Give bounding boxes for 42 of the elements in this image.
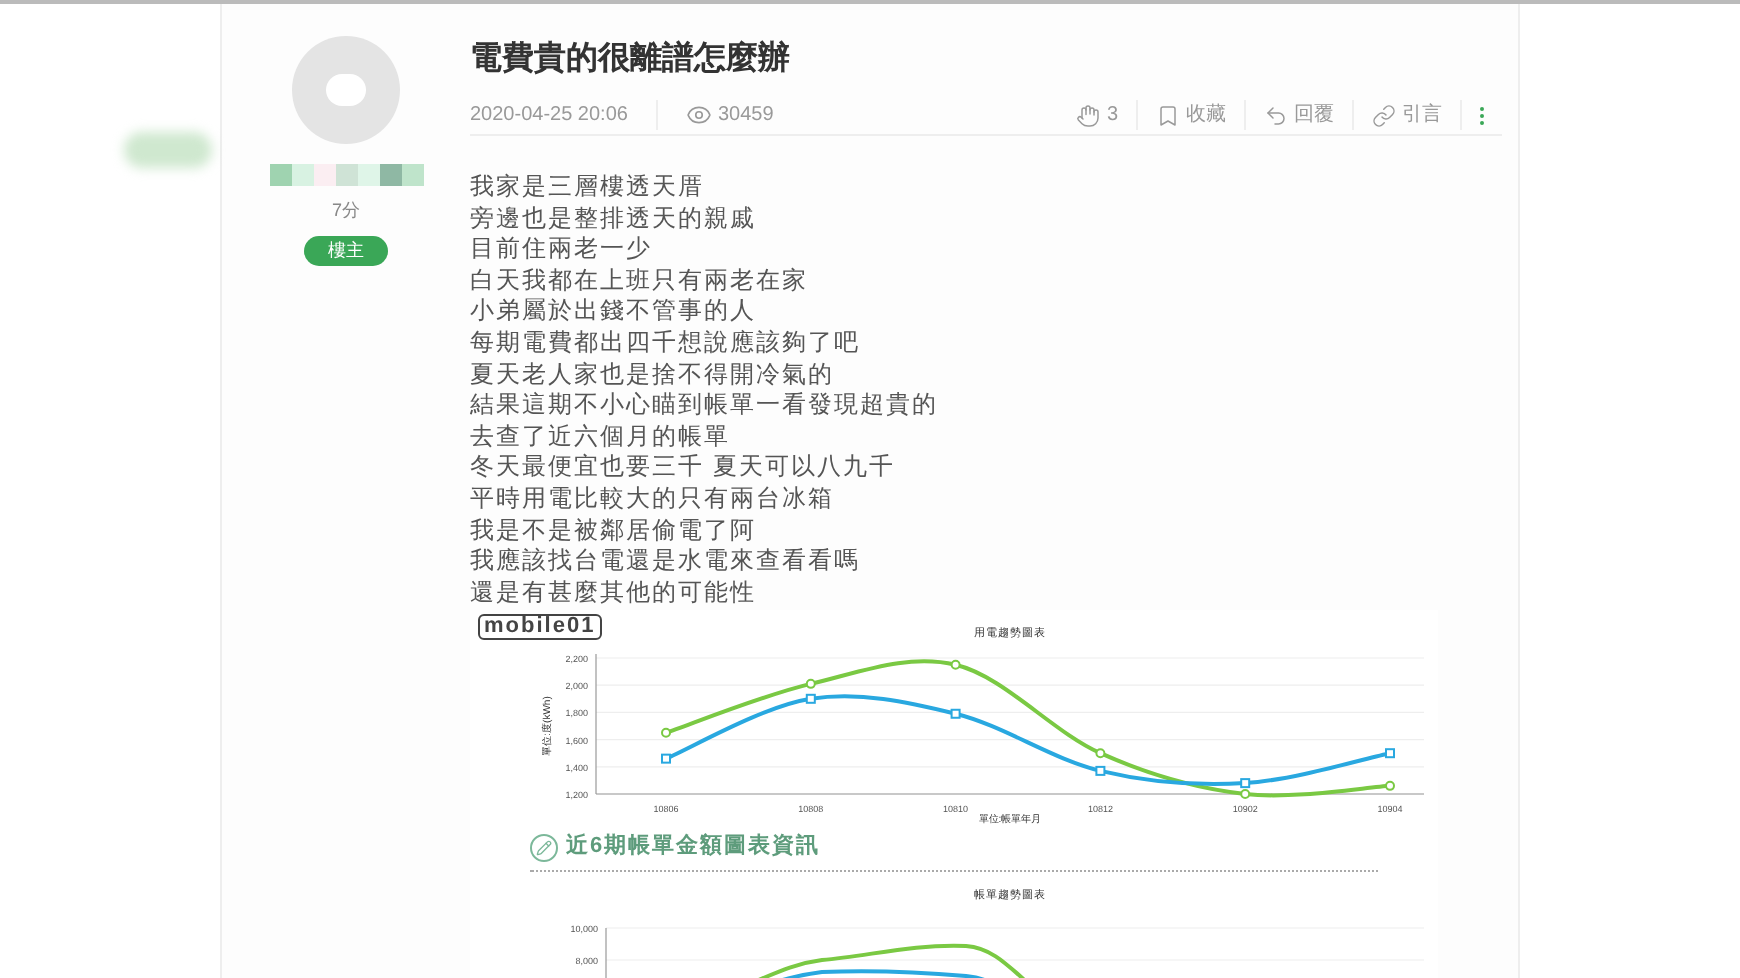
site-logo: mobile01 [478, 614, 602, 641]
section-heading: 近6期帳單金額圖表資訊 [566, 831, 821, 863]
reply-button[interactable]: 回覆 [1246, 100, 1354, 130]
post-text-line: 冬天最便宜也要三千 夏天可以八九千 [470, 452, 897, 484]
post-text-line: 去查了近六個月的帳單 [470, 421, 732, 453]
post-text-line: 目前住兩老一少 [470, 234, 654, 266]
author-badge: 樓主 [304, 235, 388, 266]
data-point [1095, 766, 1106, 777]
data-point [950, 660, 961, 671]
post-text-line: 小弟屬於出錢不管事的人 [470, 296, 758, 328]
data-point [950, 709, 961, 720]
blurred-name [124, 132, 212, 168]
data-point [1095, 748, 1106, 759]
post-title: 電費貴的很離譜怎麼辦 [470, 40, 792, 80]
view-count: 30459 [717, 102, 774, 130]
post-text-line: 旁邊也是整排透天的親戚 [470, 203, 758, 235]
data-point [1385, 781, 1395, 792]
post-text-line: 我應該找台電還是水電來查看看嗎 [470, 546, 862, 578]
eye-icon [685, 102, 712, 128]
data-point [1385, 748, 1395, 759]
data-point [661, 754, 671, 765]
post-text-line: 我家是三層樓透天厝 [470, 172, 706, 204]
quote-button[interactable]: 引言 [1354, 100, 1462, 130]
data-point [805, 679, 816, 690]
post-text-line: 白天我都在上班只有兩老在家 [470, 265, 810, 297]
post-text-line: 平時用電比較大的只有兩台冰箱 [470, 483, 836, 516]
bookmark-icon [1156, 103, 1180, 127]
data-point [661, 728, 671, 739]
hand-icon [1076, 103, 1101, 127]
reply-icon [1264, 103, 1288, 127]
post-text-line: 結果這期不小心瞄到帳單一看發現超貴的 [470, 390, 940, 422]
pencil-icon [530, 833, 558, 862]
bookmark-button[interactable]: 收藏 [1138, 100, 1246, 130]
clap-button[interactable]: 3 [1058, 100, 1138, 130]
post-text-line: 還是有甚麼其他的可能性 [470, 577, 758, 609]
post-text-line: 夏天老人家也是捨不得開冷氣的 [470, 359, 836, 391]
post-date: 2020-04-25 20:06 [470, 100, 658, 130]
link-icon [1372, 103, 1396, 127]
post-text-line: 每期電費都出四千想說應該夠了吧 [470, 327, 862, 360]
user-score: 7分 [331, 198, 360, 224]
post-text-line: 我是不是被鄰居偷電了阿 [470, 515, 758, 547]
data-point [805, 694, 816, 705]
